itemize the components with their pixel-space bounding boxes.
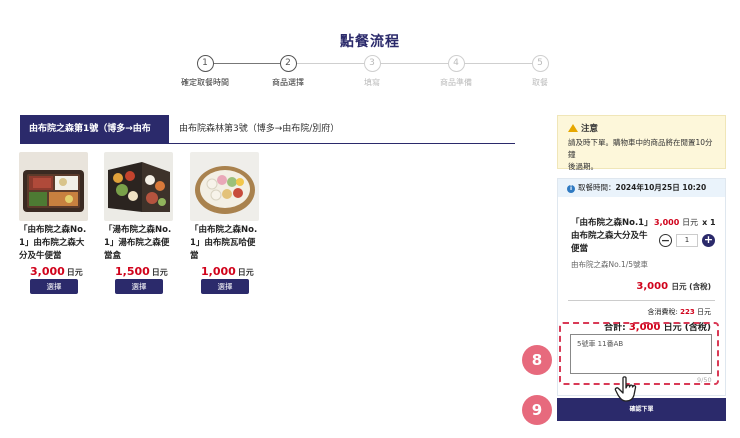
product-name-line: 當 bbox=[190, 251, 199, 261]
price-value: 1,500 bbox=[115, 265, 150, 278]
product-name-line: 1」由布院瓦哈便 bbox=[190, 238, 256, 248]
step-number: 2 bbox=[279, 55, 297, 72]
select-button[interactable]: 選擇 bbox=[30, 279, 78, 294]
tax-value: 223 bbox=[680, 308, 695, 316]
pickup-time-row: i 取餐時間：2024年10月25日 10:20 bbox=[558, 179, 725, 197]
cart-item-name-line: 「由布院之森No.1」 bbox=[571, 218, 653, 228]
step-label: 商品準備 bbox=[440, 78, 472, 87]
quantity-field[interactable]: 1 bbox=[676, 234, 698, 247]
step-label: 取餐 bbox=[532, 78, 548, 87]
notice-title: 注意 bbox=[581, 124, 599, 134]
price-unit: 日元 bbox=[237, 268, 254, 277]
step-2: 2 商品選擇 bbox=[248, 55, 328, 88]
product-name-line: 1」由布院之森大 bbox=[19, 238, 85, 248]
subtotal-value: 3,000 bbox=[636, 281, 669, 292]
step-3: 3 填寫 bbox=[332, 55, 412, 88]
price-unit: 日元 bbox=[151, 268, 168, 277]
highlight-frame bbox=[559, 322, 719, 385]
step-4: 4 商品準備 bbox=[416, 55, 496, 88]
progress-steps: 1 確定取餐時間 2 商品選擇 3 填寫 4 商品準備 5 取餐 bbox=[0, 55, 740, 95]
product-name: 「由布院之森No. 1」由布院之森大 分及牛便當 bbox=[19, 224, 89, 263]
product-name-line: 分及牛便當 bbox=[19, 251, 62, 261]
notice-box: 注意 請及時下單。購物車中的商品將在閒置10分鐘 後過期。 bbox=[557, 115, 726, 171]
cart-item-vehicle: 由布院之森No.1/5號車 bbox=[571, 260, 649, 269]
product-price: 1,500 日元 bbox=[115, 265, 168, 278]
product-name-line: 1」湯布院之森便 bbox=[104, 238, 170, 248]
tab-yufuin-no3[interactable]: 由布院森林第3號（博多→由布院/別府） bbox=[170, 115, 348, 144]
cart-item-name-line: 便當 bbox=[571, 244, 589, 254]
tax-row: 含消費稅: 223 日元 bbox=[648, 307, 711, 317]
step-badge-9: 9 bbox=[522, 395, 552, 425]
page-title: 點餐流程 bbox=[340, 34, 400, 50]
step-label: 商品選擇 bbox=[272, 78, 304, 87]
step-number: 5 bbox=[531, 55, 549, 72]
product-image-basket-bento bbox=[190, 152, 259, 221]
subtotal-unit: 日元 (含稅) bbox=[671, 282, 711, 291]
tax-label: 含消費稅: bbox=[647, 308, 678, 316]
product-price: 1,000 日元 bbox=[201, 265, 254, 278]
product-card: 「由布院之森No. 1」由布院瓦哈便 當 1,000 日元 bbox=[190, 152, 260, 278]
product-name-line: 「由布院之森No. bbox=[19, 225, 87, 235]
step-number: 4 bbox=[447, 55, 465, 72]
step-label: 確定取餐時間 bbox=[181, 78, 229, 87]
price-value: 1,000 bbox=[201, 265, 236, 278]
cart-item-price-unit: 日元 bbox=[682, 218, 699, 227]
product-price: 3,000 日元 bbox=[30, 265, 83, 278]
step-5: 5 取餐 bbox=[500, 55, 580, 88]
step-label: 填寫 bbox=[364, 78, 380, 87]
price-value: 3,000 bbox=[30, 265, 65, 278]
pickup-time: 2024年10月25日 10:20 bbox=[615, 183, 707, 192]
cart-divider bbox=[568, 300, 715, 301]
notice-text: 請及時下單。購物車中的商品將在閒置10分鐘 bbox=[568, 138, 713, 159]
product-name-line: 「湯布院之森No. bbox=[104, 225, 172, 235]
product-image-beef-bento bbox=[19, 152, 88, 221]
product-name: 「由布院之森No. 1」由布院瓦哈便 當 bbox=[190, 224, 260, 263]
train-tabs: 由布院之森第1號（博多→由布院） 由布院森林第3號（博多→由布院/別府） bbox=[20, 115, 515, 163]
submit-order-button[interactable]: 確認下單 bbox=[557, 398, 726, 421]
product-name: 「湯布院之森No. 1」湯布院之森便 當盒 bbox=[104, 224, 174, 263]
product-name-line: 「由布院之森No. bbox=[190, 225, 258, 235]
notice-title-row: 注意 bbox=[568, 123, 715, 135]
quantity-stepper: − 1 + bbox=[659, 234, 715, 248]
product-image-bento-box bbox=[104, 152, 173, 221]
cart-item-qty-text: x 1 bbox=[702, 218, 716, 227]
increase-quantity-button[interactable]: + bbox=[702, 234, 715, 247]
step-badge-8: 8 bbox=[522, 345, 552, 375]
step-number: 1 bbox=[196, 55, 214, 72]
cart-item-name-line: 由布院之森大分及牛 bbox=[571, 231, 648, 241]
cart-item-price-value: 3,000 bbox=[654, 218, 680, 227]
price-unit: 日元 bbox=[66, 268, 83, 277]
product-card: 「由布院之森No. 1」由布院之森大 分及牛便當 3,000 日元 bbox=[19, 152, 89, 278]
product-name-line: 當盒 bbox=[104, 251, 122, 261]
step-number: 3 bbox=[363, 55, 381, 72]
select-button[interactable]: 選擇 bbox=[201, 279, 249, 294]
cart-item-name: 「由布院之森No.1」 由布院之森大分及牛 便當 bbox=[571, 217, 653, 256]
info-icon: i bbox=[567, 185, 575, 193]
tax-unit: 日元 bbox=[697, 308, 711, 316]
product-card: 「湯布院之森No. 1」湯布院之森便 當盒 1,500 日元 bbox=[104, 152, 174, 278]
notice-text: 後過期。 bbox=[568, 162, 598, 171]
warning-icon bbox=[568, 124, 578, 132]
tab-yufuin-no1[interactable]: 由布院之森第1號（博多→由布院） bbox=[20, 115, 169, 163]
pickup-label: 取餐時間： bbox=[578, 183, 616, 192]
step-1: 1 確定取餐時間 bbox=[165, 55, 245, 88]
pointer-hand-icon bbox=[614, 376, 637, 402]
cart-item-price: 3,000 日元 x 1 bbox=[654, 217, 716, 228]
cart-item-subtotal: 3,000 日元 (含稅) bbox=[636, 281, 711, 292]
decrease-quantity-button[interactable]: − bbox=[659, 234, 672, 247]
select-button[interactable]: 選擇 bbox=[115, 279, 163, 294]
